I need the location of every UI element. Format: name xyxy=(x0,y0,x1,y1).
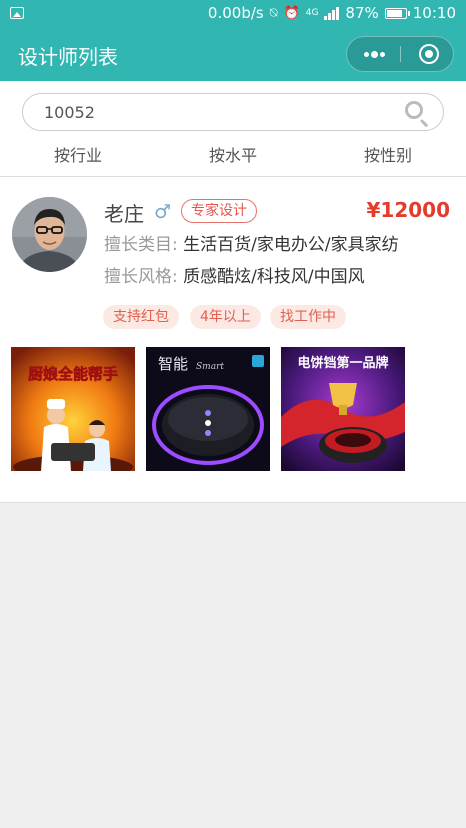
search-panel: 10052 按行业 按水平 按性别 xyxy=(0,81,466,177)
level-badge: 专家设计 xyxy=(181,199,257,223)
category-row: 擅长类目: 生活百货/家电办公/家具家纺 xyxy=(104,230,399,255)
style-label: 擅长风格: xyxy=(104,267,178,287)
male-icon: ♂ xyxy=(154,201,172,223)
work-thumbnail-2[interactable]: 智能 Smart xyxy=(146,347,270,471)
category-value: 生活百货/家电办公/家具家纺 xyxy=(183,235,399,255)
search-icon[interactable] xyxy=(405,101,423,119)
work-2-subtitle: Smart xyxy=(196,362,224,372)
image-notification-icon xyxy=(10,7,24,19)
vibrate-icon: ⍉ xyxy=(269,5,278,21)
price: ¥12000 xyxy=(366,198,451,222)
net-speed: 0.00b/s xyxy=(207,4,264,22)
work-1-title: 厨娘全能帮手 xyxy=(28,365,118,383)
work-thumbnail-1[interactable]: 厨娘全能帮手 xyxy=(11,347,135,471)
capsule-divider xyxy=(400,46,401,62)
battery-icon xyxy=(384,7,410,19)
close-button[interactable] xyxy=(419,44,439,64)
network-type: 4G xyxy=(305,8,319,18)
tag-experience: 4年以上 xyxy=(190,305,261,329)
filter-gender[interactable]: 按性别 xyxy=(364,142,412,166)
category-label: 擅长类目: xyxy=(104,235,178,255)
search-input[interactable]: 10052 xyxy=(22,93,444,131)
work-2-title: 智能 xyxy=(158,355,188,373)
status-bar: 0.00b/s ⍉ ⏰ 4G 87% 10:10 xyxy=(0,0,466,28)
designer-name: 老庄 xyxy=(104,202,144,226)
tag-job-seeking: 找工作中 xyxy=(270,305,346,329)
work-thumbnail-3[interactable]: 电饼铛第一品牌 xyxy=(281,347,405,471)
search-value: 10052 xyxy=(44,103,95,122)
style-row: 擅长风格: 质感酷炫/科技风/中国风 xyxy=(104,262,365,287)
designer-card[interactable]: 老庄 ♂ 专家设计 ¥12000 擅长类目: 生活百货/家电办公/家具家纺 擅长… xyxy=(0,177,466,503)
status-icons: 0.00b/s ⍉ ⏰ 4G 87% 10:10 xyxy=(208,4,456,22)
signal-icon xyxy=(324,6,340,20)
battery-percent: 87% xyxy=(345,4,379,22)
page-title: 设计师列表 xyxy=(18,45,118,69)
clock: 10:10 xyxy=(412,4,456,22)
filter-level[interactable]: 按水平 xyxy=(209,142,257,166)
style-value: 质感酷炫/科技风/中国风 xyxy=(183,267,365,287)
alarm-icon: ⏰ xyxy=(283,5,300,21)
more-button[interactable] xyxy=(347,37,400,71)
mini-program-capsule xyxy=(346,36,454,72)
more-dots-icon xyxy=(364,52,369,57)
avatar xyxy=(12,197,87,272)
work-3-title: 电饼铛第一品牌 xyxy=(297,355,388,371)
nav-bar: 设计师列表 xyxy=(0,28,466,81)
filter-industry[interactable]: 按行业 xyxy=(54,142,102,166)
tag-red-packet: 支持红包 xyxy=(103,305,179,329)
